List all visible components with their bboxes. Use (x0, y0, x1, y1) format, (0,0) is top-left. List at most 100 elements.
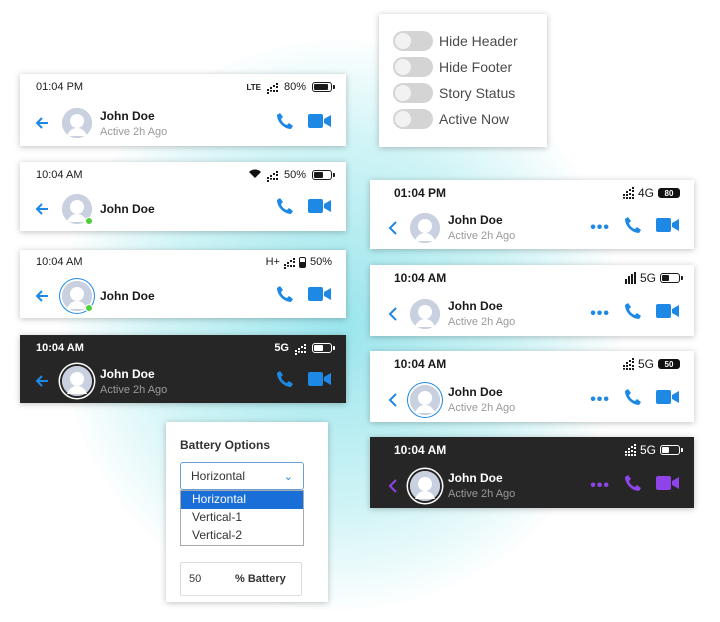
active-status: Active 2h Ago (448, 230, 516, 242)
battery-value: 50 (664, 359, 674, 369)
battery-options-panel: Battery Options Horizontal ⌄ Horizontal … (166, 422, 328, 602)
phone-icon[interactable] (276, 370, 294, 393)
toggle-active-now[interactable]: Active Now (393, 106, 547, 132)
chat-header-preview-dark[interactable]: 10:04 AM 5G John Doe Active 2h Ago ••• (370, 437, 694, 508)
back-arrow-icon[interactable] (388, 478, 402, 494)
video-camera-icon[interactable] (656, 388, 680, 411)
network-type: 4G (637, 186, 654, 200)
video-camera-icon[interactable] (308, 112, 332, 135)
battery-icon (312, 82, 335, 92)
avatar[interactable] (410, 212, 440, 243)
percent-value: 50 (189, 573, 202, 585)
dropdown-options: Horizontal Vertical-1 Vertical-2 (180, 490, 304, 546)
network-type: 5G (637, 357, 654, 371)
contact-name: John Doe (100, 289, 155, 303)
avatar[interactable] (410, 298, 440, 329)
more-dots-icon[interactable]: ••• (590, 477, 610, 494)
active-status: Active 2h Ago (100, 125, 168, 138)
option-vertical-1[interactable]: Vertical-1 (181, 509, 303, 527)
contact-name: John Doe (448, 471, 503, 485)
toggle-story-status[interactable]: Story Status (393, 80, 547, 106)
status-bar: 10:04 AM H+ 50% (20, 250, 346, 274)
battery-icon (312, 170, 335, 180)
more-dots-icon[interactable]: ••• (590, 219, 610, 236)
contact-name: John Doe (448, 299, 503, 313)
video-camera-icon[interactable] (656, 474, 680, 497)
time: 10:04 AM (394, 443, 447, 457)
status-bar: 10:04 AM 5G 50 (370, 351, 694, 377)
percent-label: % Battery (235, 573, 286, 585)
time: 10:04 AM (36, 256, 83, 268)
toggle-hide-header[interactable]: Hide Header (393, 28, 547, 54)
video-camera-icon[interactable] (308, 285, 332, 308)
back-arrow-icon[interactable] (388, 220, 402, 236)
chat-header-preview[interactable]: 10:04 AM 50% John Doe (20, 162, 346, 231)
option-horizontal[interactable]: Horizontal (181, 491, 303, 509)
chat-header-preview[interactable]: 10:04 AM 5G 50 John Doe Active 2h Ago ••… (370, 351, 694, 422)
back-arrow-icon[interactable] (388, 392, 402, 408)
toggle-label: Story Status (439, 85, 516, 101)
battery-percent-input[interactable]: 50 % Battery (180, 562, 302, 596)
chat-header-preview-dark[interactable]: 10:04 AM 5G John Doe Active 2h Ago (20, 335, 346, 403)
battery-icon: 50 (658, 359, 683, 369)
switch[interactable] (393, 31, 433, 51)
toggle-hide-footer[interactable]: Hide Footer (393, 54, 547, 80)
contact-name: John Doe (100, 108, 155, 123)
status-bar: 10:04 AM 5G (370, 265, 694, 291)
avatar[interactable] (62, 193, 93, 225)
network-type: 5G (639, 443, 656, 457)
panel-title: Battery Options (180, 438, 271, 452)
back-arrow-icon[interactable] (34, 373, 54, 389)
back-arrow-icon[interactable] (388, 306, 402, 322)
chat-header-preview[interactable]: 01:04 PM LTE 80% John Doe Active 2h Ago (20, 74, 346, 146)
signal-icon (622, 358, 634, 370)
wifi-icon (248, 169, 261, 181)
option-vertical-2[interactable]: Vertical-2 (181, 527, 303, 545)
battery-style-select[interactable]: Horizontal ⌄ (180, 462, 304, 490)
phone-icon[interactable] (276, 112, 294, 135)
video-camera-icon[interactable] (656, 302, 680, 325)
phone-icon[interactable] (276, 197, 294, 220)
network-type: H+ (265, 256, 280, 268)
phone-icon[interactable] (624, 302, 642, 325)
avatar[interactable] (410, 384, 440, 415)
signal-icon (295, 343, 306, 353)
avatar[interactable] (62, 108, 92, 138)
switch[interactable] (393, 83, 433, 103)
back-arrow-icon[interactable] (34, 288, 54, 304)
signal-icon (624, 272, 636, 284)
time: 01:04 PM (36, 81, 84, 93)
network-type: 5G (274, 342, 289, 354)
switch[interactable] (393, 109, 433, 129)
video-camera-icon[interactable] (656, 216, 680, 239)
video-camera-icon[interactable] (308, 370, 332, 393)
status-bar: 10:04 AM 50% (20, 162, 346, 188)
phone-icon[interactable] (624, 216, 642, 239)
video-camera-icon[interactable] (308, 197, 332, 220)
active-status: Active 2h Ago (448, 402, 516, 414)
contact-name: John Doe (100, 366, 155, 381)
switch[interactable] (393, 57, 433, 77)
phone-icon[interactable] (624, 388, 642, 411)
more-dots-icon[interactable]: ••• (590, 391, 610, 408)
avatar[interactable] (62, 366, 92, 396)
signal-icon (266, 170, 278, 180)
signal-icon (624, 444, 636, 456)
time: 10:04 AM (394, 357, 447, 371)
chat-header-preview[interactable]: 01:04 PM 4G 80 John Doe Active 2h Ago ••… (370, 180, 694, 249)
chat-header-preview[interactable]: 10:04 AM 5G John Doe Active 2h Ago ••• (370, 265, 694, 336)
avatar[interactable] (410, 470, 440, 501)
battery-value: 80 (664, 188, 674, 198)
avatar[interactable] (62, 281, 93, 312)
status-bar: 01:04 PM 4G 80 (370, 180, 694, 206)
chat-header-preview[interactable]: 10:04 AM H+ 50% John Doe (20, 250, 346, 318)
phone-icon[interactable] (276, 285, 294, 308)
time: 10:04 AM (36, 169, 83, 181)
phone-icon[interactable] (624, 474, 642, 497)
toggle-label: Hide Footer (439, 59, 513, 75)
back-arrow-icon[interactable] (34, 115, 54, 131)
time: 10:04 AM (394, 271, 447, 285)
back-arrow-icon[interactable] (34, 201, 54, 217)
more-dots-icon[interactable]: ••• (590, 305, 610, 322)
chevron-down-icon: ⌄ (283, 470, 293, 483)
